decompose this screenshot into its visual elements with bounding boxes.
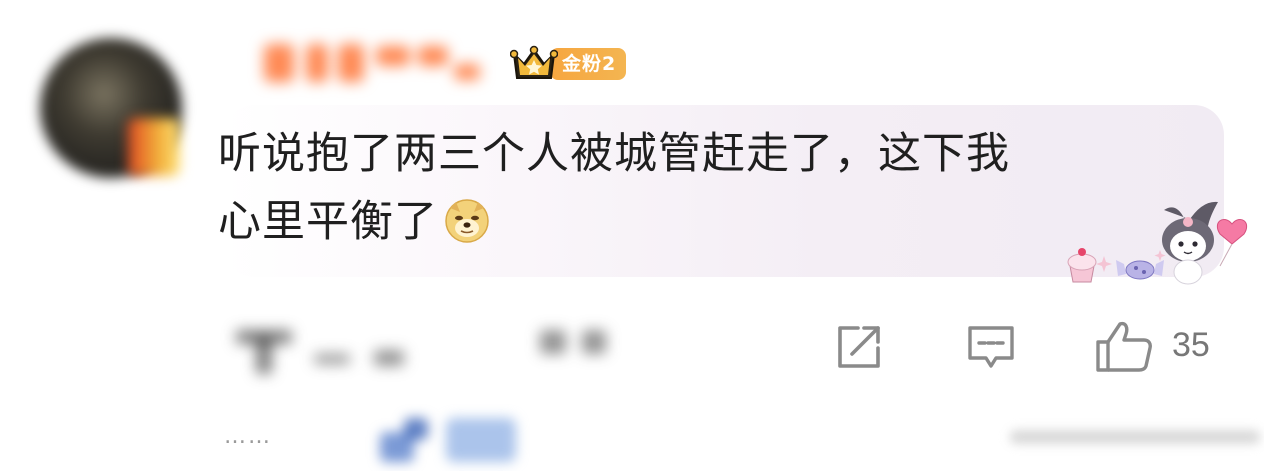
avatar-accent (128, 118, 180, 176)
fan-level-badge[interactable]: 金粉2 (509, 44, 627, 84)
comment-icon (968, 326, 1014, 368)
crown-icon (509, 44, 559, 84)
doge-emoji-icon (444, 196, 490, 243)
heart-balloon-icon (1216, 219, 1248, 267)
comment-line-1: 听说抱了两三个人被城管赶走了，这下我 (218, 129, 1010, 179)
cupcake-icon (1067, 248, 1097, 283)
thumbs-up-icon (1096, 321, 1152, 372)
comment-meta-redacted (222, 322, 622, 378)
username-redacted[interactable] (258, 38, 490, 86)
reply-button[interactable] (964, 320, 1018, 378)
comment-text: 听说抱了两三个人被城管赶走了，这下我 心里平衡了 (218, 120, 1198, 256)
reply-meta-redacted (1010, 426, 1260, 448)
like-count: 35 (1172, 326, 1210, 364)
candy-icon (1116, 260, 1164, 280)
decoration-sticker (1064, 196, 1254, 290)
comment-line-2-text: 心里平衡了 (218, 197, 438, 247)
reply-preview-redacted[interactable] (370, 410, 530, 466)
share-button[interactable] (832, 320, 886, 378)
kuromi-character-icon (1162, 201, 1218, 285)
share-icon (838, 326, 880, 368)
like-button[interactable] (1094, 318, 1154, 380)
reply-ellipsis: …… (224, 424, 272, 449)
comment-line-2: 心里平衡了 (218, 188, 1198, 256)
badge-label: 金粉2 (550, 48, 627, 80)
